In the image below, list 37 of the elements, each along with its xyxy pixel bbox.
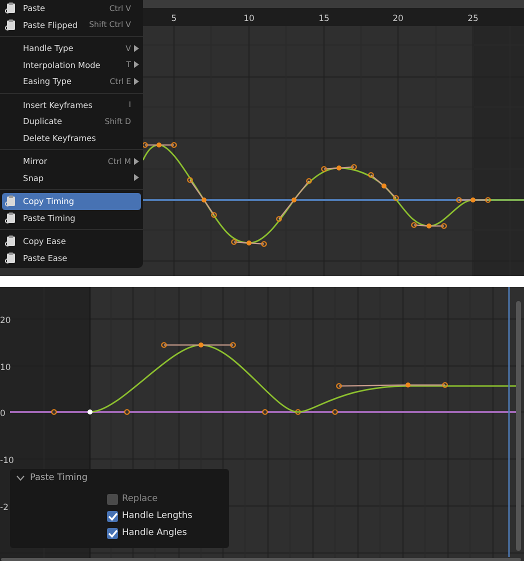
menu-label: Interpolation Mode (23, 60, 102, 70)
horizontal-scrollbar[interactable] (1, 558, 521, 561)
menu-item[interactable]: Copy Ease (2, 233, 141, 250)
frame-number: 5 (171, 14, 177, 24)
panel-title: Paste Timing (30, 473, 88, 483)
menu-label: Handle Type (23, 43, 74, 54)
menu-label: Paste Ease (23, 252, 68, 263)
menu-item[interactable]: Paste Ease (2, 250, 141, 266)
menu-label: Easing Type (23, 76, 73, 86)
menu-item[interactable]: Snap (2, 170, 141, 186)
vertical-scrollbar[interactable] (516, 301, 521, 551)
menu-label: Duplicate (23, 116, 64, 126)
menu-label: Delete Keyframes (23, 132, 97, 143)
menu-label: Paste (23, 3, 46, 14)
checkbox[interactable]: Handle Lengths (107, 509, 223, 523)
menu-label: Snap (23, 172, 45, 183)
menu-label: Paste Timing (23, 212, 76, 223)
menu-label: Insert Keyframes (23, 100, 94, 110)
value-label: 0 (0, 409, 6, 419)
value-label: -10 (0, 456, 14, 466)
menu-label: Copy Ease (23, 236, 67, 246)
checkbox[interactable]: Handle Angles (107, 526, 223, 540)
menu-item[interactable]: Paste Timing (2, 210, 141, 226)
menu-label: Paste Flipped (23, 20, 79, 30)
menu-item[interactable]: Copy Timing (2, 193, 141, 210)
frame-number: 15 (318, 14, 330, 24)
value-label: 20 (0, 316, 11, 326)
menu-item[interactable]: Delete Keyframes (2, 130, 141, 146)
menu-label: Copy Timing (23, 196, 76, 206)
frame-number: 25 (468, 14, 478, 24)
value-label: -2 (0, 503, 8, 513)
panel-header[interactable]: Paste Timing (16, 473, 223, 483)
checkbox-box (107, 494, 118, 504)
frame-number: 20 (392, 14, 404, 24)
menu-label: Mirror (23, 156, 48, 166)
frame-number: 10 (244, 14, 254, 24)
value-label: 10 (0, 363, 11, 373)
